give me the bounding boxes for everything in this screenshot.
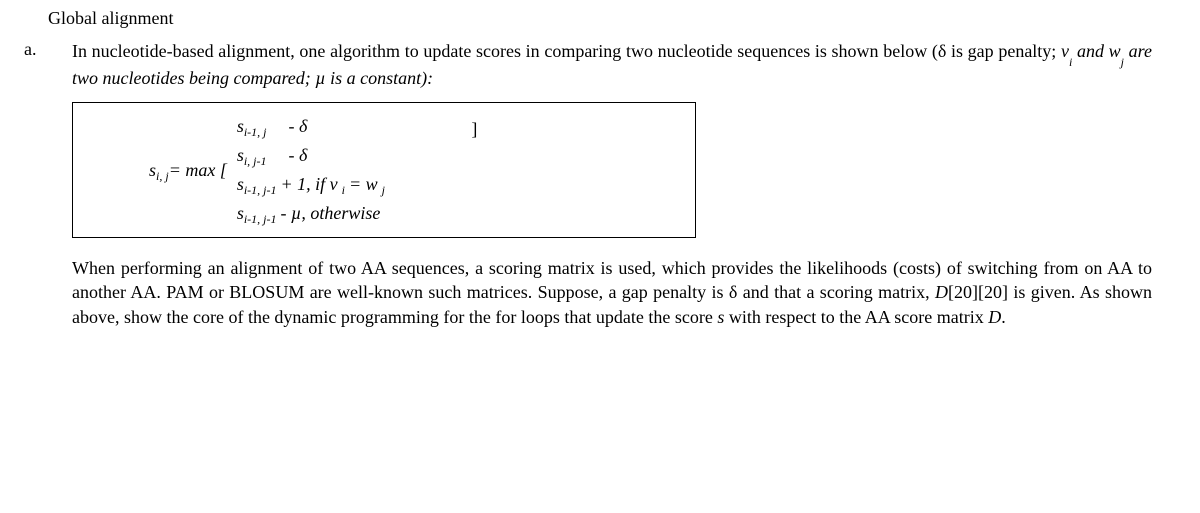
subscript: j	[382, 181, 385, 199]
list-item: a. In nucleotide-based alignment, one al…	[20, 39, 1152, 329]
var-s: s	[237, 171, 244, 198]
case-row: s i-1, j-1 + 1, if vi= wj	[237, 171, 478, 198]
var-s: s	[149, 160, 156, 181]
text-italic: D	[988, 307, 1001, 327]
text: .	[1001, 307, 1006, 327]
case-row: s i-1, j - δ	[237, 113, 478, 140]
formula-box: s i, j = max [ s i-1, j - δ	[72, 102, 696, 238]
term: - µ, otherwise	[281, 200, 381, 227]
formula: s i, j = max [ s i-1, j - δ	[89, 113, 679, 227]
section-heading: Global alignment	[48, 8, 1152, 29]
term: - δ	[289, 113, 308, 140]
text-italic: D	[935, 282, 948, 302]
text: with respect to the AA score matrix	[724, 307, 988, 327]
subscript: i	[342, 181, 345, 199]
subscript: i-1, j-1	[244, 181, 277, 199]
subscript: i-1, j-1	[244, 210, 277, 228]
eq-max: = max [	[169, 160, 227, 181]
subscript: j	[1121, 55, 1124, 69]
right-bracket: ]	[471, 116, 477, 143]
text-italic: and w	[1072, 41, 1120, 61]
item-marker: a.	[20, 39, 72, 60]
term: - δ	[289, 142, 308, 169]
formula-lhs: s i, j = max [	[149, 160, 227, 181]
case-row: s i-1, j-1 - µ, otherwise	[237, 200, 478, 227]
case-row: s i, j-1 - δ ]	[237, 142, 478, 169]
document-page: Global alignment a. In nucleotide-based …	[0, 0, 1200, 337]
term: = w	[349, 171, 378, 198]
subscript: i	[1069, 55, 1072, 69]
item-content: In nucleotide-based alignment, one algor…	[72, 39, 1152, 329]
formula-cases: s i-1, j - δ s i, j-1	[237, 113, 478, 227]
followup-paragraph: When performing an alignment of two AA s…	[72, 256, 1152, 329]
text: In nucleotide-based alignment, one algor…	[72, 41, 1061, 61]
subscript: i, j-1	[244, 152, 267, 170]
text-italic: v	[1061, 41, 1069, 61]
term: + 1, if v	[281, 171, 338, 198]
subscript: i, j	[156, 169, 169, 184]
subscript: i-1, j	[244, 123, 267, 141]
var-s: s	[237, 113, 244, 140]
var-s: s	[237, 142, 244, 169]
intro-paragraph: In nucleotide-based alignment, one algor…	[72, 39, 1152, 90]
var-s: s	[237, 200, 244, 227]
